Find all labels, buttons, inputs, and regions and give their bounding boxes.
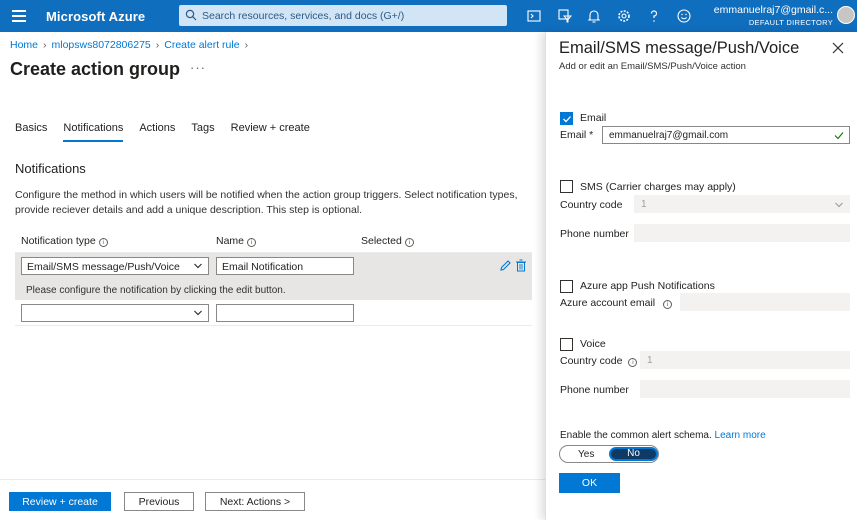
voice-country-code-value: 1 — [647, 355, 653, 366]
info-icon[interactable]: i — [628, 358, 638, 367]
feedback-icon[interactable] — [676, 8, 692, 24]
voice-country-code-label: Country code i — [560, 355, 638, 367]
review-create-button[interactable]: Review + create — [9, 492, 111, 511]
divider — [15, 325, 532, 326]
breadcrumb-create-alert-rule[interactable]: Create alert rule — [164, 39, 239, 51]
sms-country-code-label: Country code — [560, 199, 623, 211]
more-options-icon[interactable]: ··· — [190, 60, 206, 75]
account-menu[interactable]: emmanuelraj7@gmail.c... DEFAULT DIRECTOR… — [714, 4, 833, 27]
avatar[interactable] — [837, 6, 855, 24]
row-configure-message: Please configure the notification by cli… — [26, 285, 286, 296]
ok-button[interactable]: OK — [559, 473, 620, 493]
divider — [0, 479, 545, 480]
push-checkbox-label: Azure app Push Notifications — [580, 280, 715, 292]
column-header-selected: Selected i — [361, 235, 414, 247]
toggle-yes-option[interactable]: Yes — [578, 449, 594, 460]
sms-phone-label: Phone number — [560, 228, 629, 240]
push-account-email-label: Azure account email i — [560, 297, 673, 309]
chevron-down-icon — [835, 202, 843, 208]
toggle-no-option[interactable]: No — [609, 447, 658, 461]
email-checkbox-label: Email — [580, 112, 607, 124]
push-checkbox[interactable] — [560, 280, 573, 293]
email-field-label: Email * — [560, 129, 594, 141]
info-icon[interactable]: i — [404, 238, 414, 247]
new-notification-type-dropdown[interactable] — [21, 304, 209, 322]
page-title: Create action group — [10, 59, 181, 79]
search-icon — [185, 9, 197, 21]
notifications-icon[interactable] — [586, 8, 602, 24]
tab-bar: Basics Notifications Actions Tags Review + c… — [15, 122, 326, 142]
panel-subtitle: Add or edit an Email/SMS/Push/Voice acti… — [559, 61, 746, 72]
global-search-input[interactable]: Search resources, services, and docs (G+… — [179, 5, 507, 26]
email-field[interactable]: emmanuelraj7@gmail.com — [602, 126, 850, 144]
chevron-right-icon: › — [244, 39, 249, 51]
notification-name-value: Email Notification — [222, 261, 304, 273]
chevron-down-icon — [194, 263, 202, 269]
info-icon[interactable]: i — [663, 300, 673, 309]
breadcrumb-workspace[interactable]: mlopsws8072806275 — [52, 39, 151, 51]
voice-checkbox-label: Voice — [580, 338, 606, 350]
notifications-description: Configure the method in which users will… — [15, 189, 518, 216]
notifications-section-title: Notifications — [15, 161, 86, 176]
user-email: emmanuelraj7@gmail.c... — [713, 4, 833, 16]
cloud-shell-icon[interactable] — [526, 8, 542, 24]
notification-type-dropdown[interactable]: Email/SMS message/Push/Voice — [21, 257, 209, 275]
close-icon[interactable] — [832, 42, 844, 54]
new-notification-name-input[interactable] — [216, 304, 354, 322]
email-field-value: emmanuelraj7@gmail.com — [609, 130, 729, 141]
column-header-name: Name i — [216, 235, 257, 247]
tab-basics[interactable]: Basics — [15, 122, 47, 140]
email-checkbox[interactable] — [560, 112, 573, 125]
alert-schema-toggle[interactable]: Yes No — [559, 445, 659, 463]
next-actions-button[interactable]: Next: Actions > — [205, 492, 305, 511]
panel-title: Email/SMS message/Push/Voice — [559, 39, 800, 57]
column-header-label: Selected — [361, 235, 402, 247]
check-valid-icon — [834, 132, 844, 140]
notification-name-input[interactable]: Email Notification — [216, 257, 354, 275]
previous-button[interactable]: Previous — [124, 492, 194, 511]
sms-checkbox-label: SMS (Carrier charges may apply) — [580, 181, 736, 193]
directory-filter-icon[interactable] — [557, 8, 573, 24]
search-placeholder: Search resources, services, and docs (G+… — [202, 10, 405, 22]
alert-schema-text: Enable the common alert schema. — [560, 430, 712, 441]
push-account-email-text: Azure account email — [560, 297, 656, 309]
tab-review-create[interactable]: Review + create — [231, 122, 310, 140]
sms-country-code-value: 1 — [641, 199, 647, 210]
column-header-notification-type: Notification type i — [21, 235, 108, 247]
chevron-right-icon: › — [155, 39, 160, 51]
voice-country-code-text: Country code — [560, 355, 623, 367]
settings-icon[interactable] — [616, 8, 632, 24]
push-account-email-input[interactable] — [680, 293, 850, 311]
email-sms-push-voice-panel: Email/SMS message/Push/Voice Add or edit… — [545, 32, 857, 520]
learn-more-link[interactable]: Learn more — [715, 430, 766, 441]
delete-trash-icon[interactable] — [515, 259, 527, 272]
column-header-label: Name — [216, 235, 245, 247]
chevron-down-icon — [194, 310, 202, 316]
sms-country-code-dropdown[interactable]: 1 — [634, 195, 850, 213]
top-bar: Microsoft Azure Search resources, servic… — [0, 0, 857, 32]
sms-phone-input[interactable] — [634, 224, 850, 242]
chevron-right-icon: › — [43, 39, 47, 51]
help-icon[interactable] — [646, 8, 662, 24]
voice-country-code-input[interactable]: 1 — [640, 351, 850, 369]
tab-notifications[interactable]: Notifications — [63, 122, 124, 142]
info-icon[interactable]: i — [247, 238, 257, 247]
voice-phone-input[interactable] — [640, 380, 850, 398]
info-icon[interactable]: i — [98, 238, 108, 247]
notification-type-value: Email/SMS message/Push/Voice — [27, 261, 180, 273]
brand-title[interactable]: Microsoft Azure — [46, 9, 145, 24]
sms-checkbox[interactable] — [560, 180, 573, 193]
column-header-label: Notification type — [21, 235, 96, 247]
breadcrumb-home[interactable]: Home — [10, 39, 38, 51]
alert-schema-label: Enable the common alert schema. Learn mo… — [560, 430, 766, 441]
tab-tags[interactable]: Tags — [191, 122, 214, 140]
checkmark-icon — [563, 116, 571, 123]
user-directory: DEFAULT DIRECTORY — [748, 18, 833, 27]
voice-checkbox[interactable] — [560, 338, 573, 351]
tab-actions[interactable]: Actions — [139, 122, 175, 140]
breadcrumb: Home › mlopsws8072806275 › Create alert rule… — [10, 39, 253, 51]
hamburger-menu-icon[interactable] — [12, 10, 26, 22]
voice-phone-label: Phone number — [560, 384, 629, 396]
edit-pencil-icon[interactable] — [499, 259, 512, 272]
